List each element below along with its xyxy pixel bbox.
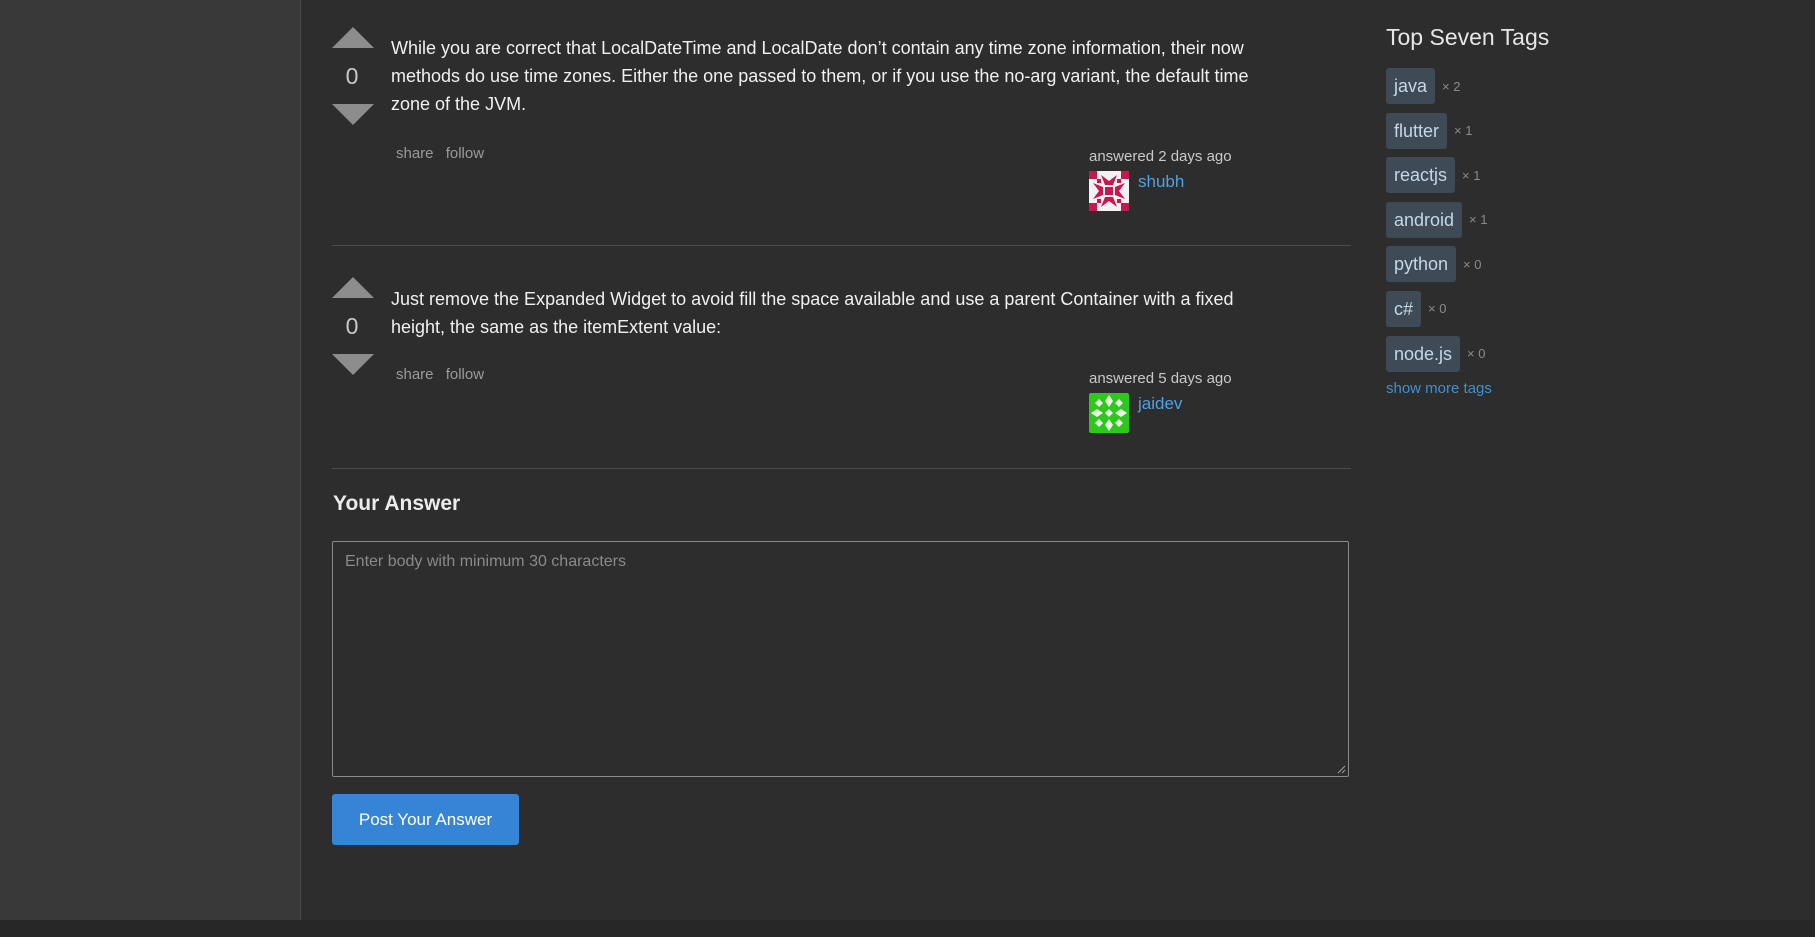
downvote-arrow-icon[interactable] bbox=[332, 104, 374, 125]
tag-count: × 0 bbox=[1467, 346, 1486, 362]
sidebar-title: Top Seven Tags bbox=[1386, 24, 1550, 50]
tag-android[interactable]: android bbox=[1386, 201, 1463, 238]
tag-row: python × 0 bbox=[1386, 246, 1686, 283]
tag-row: java × 2 bbox=[1386, 68, 1686, 104]
identicon-jaidev bbox=[1089, 393, 1129, 433]
identicon-shubh bbox=[1089, 171, 1129, 211]
tag-flutter[interactable]: flutter bbox=[1386, 112, 1448, 149]
answered-time: answered 2 days ago bbox=[1089, 148, 1232, 165]
answer-body: Just remove the Expanded Widget to avoid… bbox=[391, 289, 1234, 337]
user-signature: answered 5 days ago jaidev bbox=[1089, 370, 1232, 433]
tag-python[interactable]: python bbox=[1386, 246, 1457, 283]
tag-row: c# × 0 bbox=[1386, 290, 1686, 327]
tag-row: reactjs × 1 bbox=[1386, 157, 1686, 194]
answered-time: answered 5 days ago bbox=[1089, 370, 1232, 387]
tag-count: × 0 bbox=[1463, 256, 1482, 272]
avatar[interactable] bbox=[1089, 393, 1129, 433]
user-signature: answered 2 days ago shubh bbox=[1089, 148, 1232, 211]
username-link[interactable]: shubh bbox=[1138, 172, 1184, 192]
share-link[interactable]: share bbox=[396, 366, 434, 383]
username-link[interactable]: jaidev bbox=[1138, 394, 1182, 414]
left-sidebar-rail bbox=[0, 0, 301, 920]
tag-csharp[interactable]: c# bbox=[1386, 290, 1422, 327]
answer-body: While you are correct that LocalDateTime… bbox=[391, 38, 1249, 114]
tag-row: flutter × 1 bbox=[1386, 112, 1686, 149]
tag-count: × 0 bbox=[1428, 301, 1447, 317]
vote-count: 0 bbox=[345, 63, 359, 89]
show-more-tags-link[interactable]: show more tags bbox=[1386, 380, 1686, 397]
post-answer-button[interactable]: Post Your Answer bbox=[332, 794, 519, 845]
upvote-arrow-icon[interactable] bbox=[332, 277, 374, 298]
vote-cell: 0 bbox=[332, 277, 374, 375]
downvote-arrow-icon[interactable] bbox=[332, 354, 374, 375]
upvote-arrow-icon[interactable] bbox=[332, 27, 374, 48]
bottom-strip bbox=[0, 920, 1815, 937]
vote-count: 0 bbox=[345, 313, 359, 339]
avatar[interactable] bbox=[1089, 171, 1129, 211]
share-link[interactable]: share bbox=[396, 145, 434, 162]
tag-java[interactable]: java bbox=[1386, 68, 1436, 104]
tag-count: × 2 bbox=[1442, 78, 1461, 94]
tag-row: node.js × 0 bbox=[1386, 335, 1686, 372]
tag-row: android × 1 bbox=[1386, 201, 1686, 238]
tag-count: × 1 bbox=[1469, 212, 1488, 228]
vote-cell: 0 bbox=[332, 27, 374, 125]
tag-count: × 1 bbox=[1454, 123, 1473, 139]
resize-handle-icon[interactable] bbox=[1336, 764, 1346, 774]
your-answer-heading: Your Answer bbox=[333, 492, 461, 515]
answer-item: 0 While you are correct that LocalDateTi… bbox=[332, 0, 1351, 246]
tags-sidebar: Top Seven Tags java × 2 flutter × 1 reac… bbox=[1386, 24, 1686, 397]
tag-reactjs[interactable]: reactjs bbox=[1386, 157, 1456, 194]
tag-count: × 1 bbox=[1462, 167, 1481, 183]
follow-link[interactable]: follow bbox=[446, 366, 484, 383]
answer-item: 0 Just remove the Expanded Widget to avo… bbox=[332, 246, 1351, 469]
post-menu: share follow bbox=[396, 145, 492, 162]
post-menu: share follow bbox=[396, 366, 492, 383]
follow-link[interactable]: follow bbox=[446, 145, 484, 162]
tag-nodejs[interactable]: node.js bbox=[1386, 335, 1461, 372]
answer-body-input[interactable] bbox=[332, 541, 1349, 777]
main-content: 0 While you are correct that LocalDateTi… bbox=[332, 0, 1351, 845]
